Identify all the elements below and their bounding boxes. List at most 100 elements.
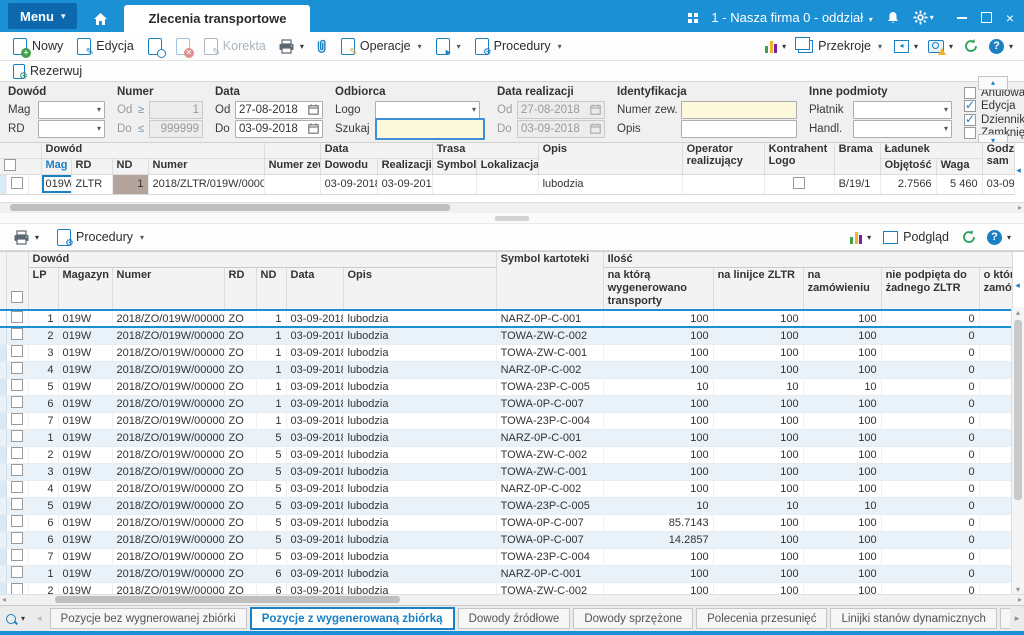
collapse-columns-arrow[interactable]: ◂ <box>1014 165 1023 176</box>
col-header-numer[interactable]: Numer <box>148 158 264 174</box>
table-row[interactable]: 2019W2018/ZO/019W/000001ZO103-09-2018lub… <box>0 327 1012 344</box>
row-checkbox[interactable] <box>11 515 23 527</box>
row-checkbox[interactable] <box>11 328 23 340</box>
row-checkbox[interactable] <box>11 362 23 374</box>
col-header-symbol-kartoteki[interactable]: Symbol kartoteki <box>496 252 603 310</box>
refresh-button[interactable] <box>958 36 984 56</box>
row-checkbox[interactable] <box>11 311 23 323</box>
col-header-q-linijce[interactable]: na linijce ZLTR <box>713 268 803 311</box>
operations-button[interactable]: ✎ Operacje ▾ <box>334 36 429 57</box>
col-header-brama[interactable]: Brama <box>834 143 880 174</box>
table-row[interactable]: 1019W2018/ZO/019W/000001ZO103-09-2018lub… <box>0 310 1012 327</box>
preview-button[interactable]: Podgląd <box>876 228 956 246</box>
print-button[interactable]: ▾ <box>273 37 309 56</box>
opis-input[interactable] <box>681 120 797 138</box>
col-header-lokalizacja[interactable]: Lokalizacja pakowania <box>476 158 538 174</box>
row-checkbox[interactable] <box>11 481 23 493</box>
scroll-left-icon[interactable]: ◂ <box>2 595 6 605</box>
scroll-right-icon[interactable]: ▸ <box>1018 595 1022 605</box>
checkbox[interactable] <box>964 100 976 112</box>
row-checkbox[interactable] <box>11 396 23 408</box>
table-row[interactable]: 6019W2018/ZO/019W/000005ZO503-09-2018lub… <box>0 514 1012 531</box>
row-checkbox[interactable] <box>11 430 23 442</box>
export-button[interactable]: ▸ ▾ <box>429 36 468 57</box>
tab-scroll-left-icon[interactable]: ◂ <box>37 613 42 624</box>
col-header-numer[interactable]: Numer <box>112 268 224 311</box>
table-row[interactable]: 1019W2018/ZO/019W/000006ZO603-09-2018lub… <box>0 565 1012 582</box>
row-checkbox[interactable] <box>11 464 23 476</box>
col-header-magazyn[interactable]: Magazyn <box>58 268 112 311</box>
row-checkbox[interactable] <box>11 498 23 510</box>
table-row[interactable]: 3019W2018/ZO/019W/000001ZO103-09-2018lub… <box>0 344 1012 361</box>
numer-zew-input[interactable] <box>681 101 797 119</box>
tab-dowody-sprzezone[interactable]: Dowody sprzężone <box>573 608 693 629</box>
tab-pozycje-z-zbiorka[interactable]: Pozycje z wygenerowaną zbiórką <box>250 607 455 630</box>
home-button[interactable] <box>93 12 108 26</box>
rd-select[interactable]: ▾ <box>38 120 105 138</box>
platnik-select[interactable]: ▾ <box>853 101 952 119</box>
attachments-button[interactable] <box>309 36 334 56</box>
mag-select[interactable]: ▾ <box>38 101 105 119</box>
menu-button[interactable]: Menu ▾ <box>8 3 77 29</box>
kontrahent-logo-checkbox[interactable] <box>793 177 805 189</box>
col-header-dowodu[interactable]: Dowodu <box>320 158 377 174</box>
col-header-nd[interactable]: ND <box>256 268 286 311</box>
col-header-opis[interactable]: Opis <box>343 268 496 311</box>
table-row[interactable]: 5019W2018/ZO/019W/000001ZO103-09-2018lub… <box>0 378 1012 395</box>
chart-button[interactable]: ▾ <box>760 38 791 55</box>
bell-icon[interactable] <box>886 11 900 25</box>
data-od-input[interactable]: 27-08-2018 <box>235 101 323 119</box>
minimize-icon[interactable] <box>957 17 967 19</box>
col-header-q-transporty[interactable]: na którą wygenerowano transporty <box>603 268 713 311</box>
przekroje-button[interactable]: Przekroje ▾ <box>791 37 889 55</box>
procedures-button[interactable]: ⚙ Procedury ▾ <box>468 36 569 57</box>
row-checkbox[interactable] <box>11 177 23 189</box>
edit-button[interactable]: ✎ Edycja <box>70 36 141 57</box>
settings-button[interactable]: ▾ <box>913 10 934 25</box>
tab-dowody-zrodlowe[interactable]: Dowody źródłowe <box>458 608 571 629</box>
data-realizacji-do-input[interactable]: 03-09-2018 <box>517 120 605 138</box>
col-header-waga[interactable]: Waga <box>936 158 982 174</box>
handl-select[interactable]: ▾ <box>853 120 952 138</box>
delete-button[interactable]: ✕ <box>169 36 197 57</box>
col-header-q-niepodpieta[interactable]: nie podpięta do żadnego ZLTR <box>881 268 979 311</box>
checkbox[interactable] <box>964 114 976 126</box>
table-row[interactable]: 2019W2018/ZO/019W/000005ZO503-09-2018lub… <box>0 446 1012 463</box>
view-button[interactable] <box>141 36 169 57</box>
table-row[interactable]: 7019W2018/ZO/019W/000001ZO103-09-2018lub… <box>0 412 1012 429</box>
row-checkbox[interactable] <box>11 447 23 459</box>
table-row[interactable]: 1019W2018/ZO/019W/000005ZO503-09-2018lub… <box>0 429 1012 446</box>
col-header-symbol[interactable]: Symbol <box>432 158 476 174</box>
numer-do-input[interactable]: 999999 <box>149 120 203 138</box>
row-checkbox[interactable] <box>11 549 23 561</box>
chart-button-lower[interactable]: ▾ <box>845 229 876 246</box>
group-header-dowod[interactable]: Dowód <box>28 252 496 268</box>
col-header-data[interactable]: Data <box>286 268 343 311</box>
table-row[interactable]: 6019W2018/ZO/019W/000001ZO103-09-2018lub… <box>0 395 1012 412</box>
new-button[interactable]: + Nowy <box>6 36 70 57</box>
table-row[interactable]: 3019W2018/ZO/019W/000005ZO503-09-2018lub… <box>0 463 1012 480</box>
group-header-dowod[interactable]: Dowód <box>41 143 264 158</box>
data-do-input[interactable]: 03-09-2018 <box>235 120 323 138</box>
flag-dziennik[interactable]: Dziennik <box>964 113 1024 127</box>
tab-scroll-right-icon[interactable]: ▸ <box>1010 606 1024 631</box>
reserve-button[interactable]: ⚙ Rezerwuj <box>6 62 89 81</box>
restore-icon[interactable] <box>981 12 992 23</box>
lower-hscrollbar[interactable]: ◂ ▸ <box>0 594 1024 605</box>
refresh-button-lower[interactable] <box>956 227 982 247</box>
checkbox[interactable] <box>964 87 976 99</box>
row-checkbox[interactable] <box>11 566 23 578</box>
table-row[interactable]: 4019W2018/ZO/019W/000001ZO103-09-2018lub… <box>0 361 1012 378</box>
data-realizacji-od-input[interactable]: 27-08-2018 <box>517 101 605 119</box>
close-icon[interactable]: × <box>1006 13 1014 23</box>
row-checkbox[interactable] <box>11 379 23 391</box>
calendar-icon[interactable] <box>308 104 319 115</box>
col-header-mag[interactable]: Mag <box>41 158 71 174</box>
company-selector[interactable]: 1 - Nasza firma 0 - oddział ▾ <box>711 10 872 25</box>
tab-polecenia-przesuniec[interactable]: Polecenia przesunięć <box>696 608 827 629</box>
row-checkbox[interactable] <box>11 413 23 425</box>
table-row[interactable]: 4019W2018/ZO/019W/000005ZO503-09-2018lub… <box>0 480 1012 497</box>
szukaj-input[interactable] <box>375 118 485 140</box>
help-button[interactable]: ? ▾ <box>984 37 1018 56</box>
panel-button[interactable]: ◂ ▾ <box>889 38 923 55</box>
